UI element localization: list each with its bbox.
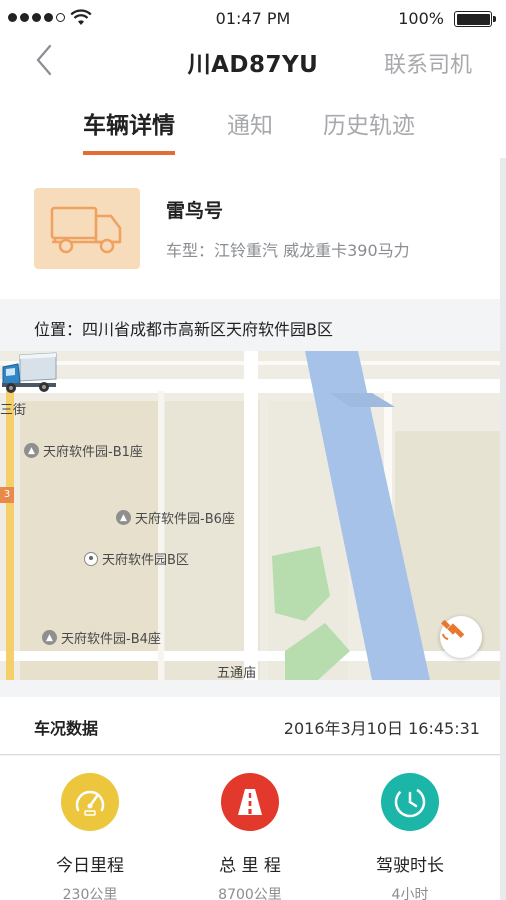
vehicle-type: 车型：江铃重汽 威龙重卡390马力 <box>166 241 410 260</box>
clock-icon <box>381 773 439 831</box>
stats-row: 今日里程 230公里 总 里 程 8700公里 驾驶时长 4小时 <box>0 756 500 900</box>
satellite-icon[interactable] <box>440 616 482 658</box>
map-poi[interactable]: ▲ 天府软件园-B1座 <box>24 441 143 460</box>
map-view[interactable]: 3 三街 五通庙 ▲ 天府软件园-B1座 ▲ 天府软件园-B6座 天府软件园B区… <box>0 351 500 680</box>
contact-driver-button[interactable]: 联系司机 <box>384 47 472 79</box>
street-label: 三街 <box>0 403 27 418</box>
stat-today-mileage[interactable]: 今日里程 230公里 <box>15 773 165 900</box>
map-poi[interactable]: ▲ 天府软件园-B6座 <box>116 508 235 527</box>
tab-vehicle-details[interactable]: 车辆详情 <box>83 106 175 140</box>
vehicle-location: 位置：四川省成都市高新区天府软件园B区 <box>34 320 333 339</box>
poi-label: 天府软件园B区 <box>102 553 189 568</box>
poi-dot-icon <box>84 551 98 566</box>
truck-icon <box>34 188 140 269</box>
map-poi[interactable]: ▲ 天府软件园-B4座 <box>42 628 161 647</box>
tab-bar: 车辆详情 通知 历史轨迹 <box>0 88 506 158</box>
condition-header: 车况数据 2016年3月10日 16:45:31 <box>0 697 500 755</box>
condition-timestamp: 2016年3月10日 16:45:31 <box>283 719 480 738</box>
speedometer-icon <box>61 773 119 831</box>
poi-label: 天府软件园-B6座 <box>135 512 235 527</box>
vehicle-name: 雷鸟号 <box>166 200 224 222</box>
battery-icon <box>454 11 496 27</box>
stat-driving-duration[interactable]: 驾驶时长 4小时 <box>335 773 485 900</box>
nav-bar: 川AD87YU 联系司机 <box>0 36 506 88</box>
active-tab-indicator <box>83 151 175 155</box>
road-icon <box>221 773 279 831</box>
tab-notifications[interactable]: 通知 <box>227 106 273 140</box>
stat-value: 8700公里 <box>218 887 282 900</box>
stat-label: 驾驶时长 <box>376 856 444 876</box>
vehicle-card[interactable]: 雷鸟号 车型：江铃重汽 威龙重卡390马力 <box>0 158 500 299</box>
building-icon: ▲ <box>24 443 39 458</box>
tab-history-track[interactable]: 历史轨迹 <box>323 106 415 140</box>
battery-percent: 100% <box>398 9 444 28</box>
poi-label: 天府软件园-B1座 <box>43 445 143 460</box>
status-bar: 01:47 PM 100% <box>0 0 506 36</box>
stat-label: 总 里 程 <box>219 856 281 876</box>
stat-value: 230公里 <box>62 887 118 900</box>
stat-value: 4小时 <box>391 887 429 900</box>
scrollbar[interactable] <box>500 158 506 900</box>
street-label: 五通庙 <box>217 666 257 680</box>
building-icon: ▲ <box>42 630 57 645</box>
building-icon: ▲ <box>116 510 131 525</box>
map-poi[interactable]: 天府软件园B区 <box>84 549 189 568</box>
stat-total-mileage[interactable]: 总 里 程 8700公里 <box>175 773 325 900</box>
vehicle-marker-icon[interactable] <box>0 351 58 395</box>
condition-label: 车况数据 <box>34 719 99 738</box>
stat-label: 今日里程 <box>56 856 124 876</box>
map-side-badge: 3 <box>0 487 14 503</box>
poi-label: 天府软件园-B4座 <box>61 632 161 647</box>
